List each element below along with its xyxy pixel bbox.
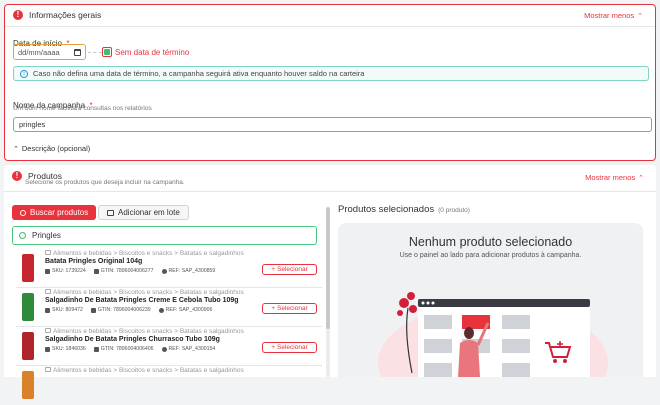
info-icon: i (20, 69, 28, 78)
results-scrollbar[interactable] (326, 207, 330, 377)
add-batch-button[interactable]: Adicionar em lote (98, 205, 189, 220)
general-info-card: ! Informações gerais Mostrar menos ⌃ Dat… (4, 4, 656, 161)
products-subtitle: Selecione os produtos que deseja incluir… (25, 179, 185, 186)
chevron-up-icon: ⌃ (637, 12, 643, 20)
alert-icon: ! (13, 10, 23, 20)
ref-label: REF: SAP_4300859 (161, 268, 215, 274)
product-thumbnail (22, 254, 34, 282)
folder-icon (45, 289, 51, 294)
hash-icon (158, 307, 164, 313)
barcode-icon (93, 346, 99, 352)
connector-line (88, 52, 102, 53)
products-card: ! Produtos Selecione os produtos que des… (4, 165, 656, 399)
no-end-date-checkbox[interactable]: Sem data de término (102, 47, 189, 57)
campaign-name-input[interactable]: pringles (13, 117, 652, 132)
tag-icon (45, 346, 50, 352)
product-name: Salgadinho De Batata Pringles Churrasco … (45, 336, 220, 343)
list-item: Alimentos e bebidas > Biscoitos e snacks… (16, 367, 322, 405)
select-product-button[interactable]: + Selecionar (262, 303, 317, 314)
gtin-label: GTIN: 7896004006239 (90, 307, 151, 313)
selected-products-heading: Produtos selecionados (0 produto) (338, 204, 470, 215)
campaign-name-hint: Um bom nome facilitará consultas nos rel… (13, 105, 152, 112)
alert-icon: ! (12, 171, 22, 181)
checkbox-icon (102, 47, 112, 57)
list-item: Alimentos e bebidas > Biscoitos e snacks… (16, 250, 322, 288)
folder-icon (45, 250, 51, 255)
description-toggle[interactable]: ⌃ Descrição (opcional) (13, 144, 90, 153)
list-item: Alimentos e bebidas > Biscoitos e snacks… (16, 328, 322, 366)
product-thumbnail (22, 293, 34, 321)
general-info-header[interactable]: ! Informações gerais (13, 10, 101, 20)
products-toggle[interactable]: Mostrar menos ⌃ (585, 173, 644, 182)
general-info-toggle[interactable]: Mostrar menos ⌃ (584, 11, 643, 20)
empty-state-illustration (378, 292, 608, 377)
calendar-icon (74, 48, 81, 56)
divider (4, 191, 656, 192)
info-banner: i Caso não defina uma data de término, a… (13, 66, 649, 81)
divider (5, 26, 655, 27)
hash-icon (161, 346, 167, 352)
empty-state-panel: Nenhum produto selecionado Use o painel … (338, 223, 643, 377)
chevron-up-icon: ⌃ (638, 174, 644, 182)
select-product-button[interactable]: + Selecionar (262, 342, 317, 353)
category-path: Alimentos e bebidas > Biscoitos e snacks… (45, 328, 244, 335)
tag-icon (45, 268, 50, 274)
product-thumbnail (22, 332, 34, 360)
hash-icon (161, 268, 167, 274)
search-icon (20, 209, 26, 216)
sku-label: SKU: 809472 (45, 307, 83, 313)
product-name: Salgadinho De Batata Pringles Creme E Ce… (45, 297, 239, 304)
gtin-label: GTIN: 7896004006406 (93, 346, 154, 352)
barcode-icon (90, 307, 96, 313)
folder-icon (45, 328, 51, 333)
plus-icon: + (271, 266, 276, 273)
category-path: Alimentos e bebidas > Biscoitos e snacks… (45, 289, 244, 296)
no-end-date-label: Sem data de término (115, 47, 190, 57)
folder-icon (45, 367, 51, 372)
general-info-title: Informações gerais (29, 10, 102, 20)
ref-label: REF: SAP_4300154 (161, 346, 215, 352)
tag-icon (45, 307, 50, 313)
category-path: Alimentos e bebidas > Biscoitos e snacks… (45, 250, 244, 257)
product-thumbnail (22, 371, 34, 399)
category-path: Alimentos e bebidas > Biscoitos e snacks… (45, 367, 244, 374)
search-icon (19, 232, 26, 239)
batch-icon (107, 209, 114, 216)
product-name: Batata Pringles Original 104g (45, 258, 143, 265)
ref-label: REF: SAP_4300906 (158, 307, 212, 313)
plus-icon: + (271, 344, 276, 351)
search-products-button[interactable]: Buscar produtos (12, 205, 97, 220)
sku-label: SKU: 1846036 (45, 346, 86, 352)
list-item: Alimentos e bebidas > Biscoitos e snacks… (16, 289, 322, 327)
gtin-label: GTIN: 7896004006277 (93, 268, 154, 274)
plus-icon: + (271, 305, 276, 312)
sku-label: SKU: 1739224 (45, 268, 86, 274)
start-date-input[interactable]: dd/mm/aaaa (13, 44, 86, 60)
select-product-button[interactable]: + Selecionar (262, 264, 317, 275)
product-search-input[interactable]: Pringles (12, 226, 317, 245)
chevron-up-icon: ⌃ (13, 145, 19, 153)
barcode-icon (93, 268, 99, 274)
